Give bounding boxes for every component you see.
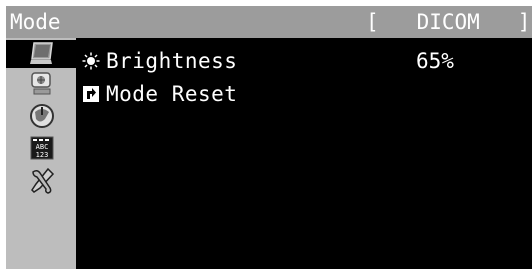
mode-left-bracket: [ [366, 10, 379, 34]
menu-item-brightness[interactable]: Brightness 65% [82, 48, 522, 74]
mode-name: DICOM [416, 10, 480, 34]
svg-text:ABC: ABC [36, 143, 49, 151]
menu-category-sidebar: ABC 123 [6, 38, 76, 269]
sidebar-item-screen-settings[interactable] [20, 70, 56, 98]
sidebar-item-color-adjust[interactable] [6, 40, 76, 68]
title-bar: Mode [ DICOM ] [6, 6, 532, 38]
svg-text:123: 123 [36, 151, 49, 159]
monitor-screen-icon [31, 72, 51, 95]
menu-item-mode-reset[interactable]: Mode Reset [82, 81, 522, 107]
brightness-sun-icon [82, 52, 100, 70]
sidebar-item-power-settings[interactable] [20, 102, 56, 130]
language-abc-icon: ABC 123 [30, 136, 54, 160]
brightness-value: 65% [416, 49, 454, 73]
current-mode-indicator: [ DICOM ] [366, 10, 530, 34]
sidebar-item-language[interactable]: ABC 123 [20, 134, 56, 162]
menu-title: Mode [10, 10, 61, 34]
osd-menu-window: Mode [ DICOM ] ABC 123 Brightness 65% Mo… [0, 0, 532, 269]
monitor-color-icon [30, 42, 53, 64]
tools-wrench-icon [31, 167, 55, 194]
menu-content-panel: Brightness 65% Mode Reset [76, 38, 532, 269]
sidebar-item-tools[interactable] [20, 166, 56, 194]
menu-item-label: Mode Reset [106, 82, 238, 106]
menu-item-label: Brightness [106, 49, 238, 73]
reset-arrow-icon [83, 86, 99, 102]
power-globe-icon [30, 104, 54, 128]
mode-right-bracket: ] [517, 10, 531, 34]
